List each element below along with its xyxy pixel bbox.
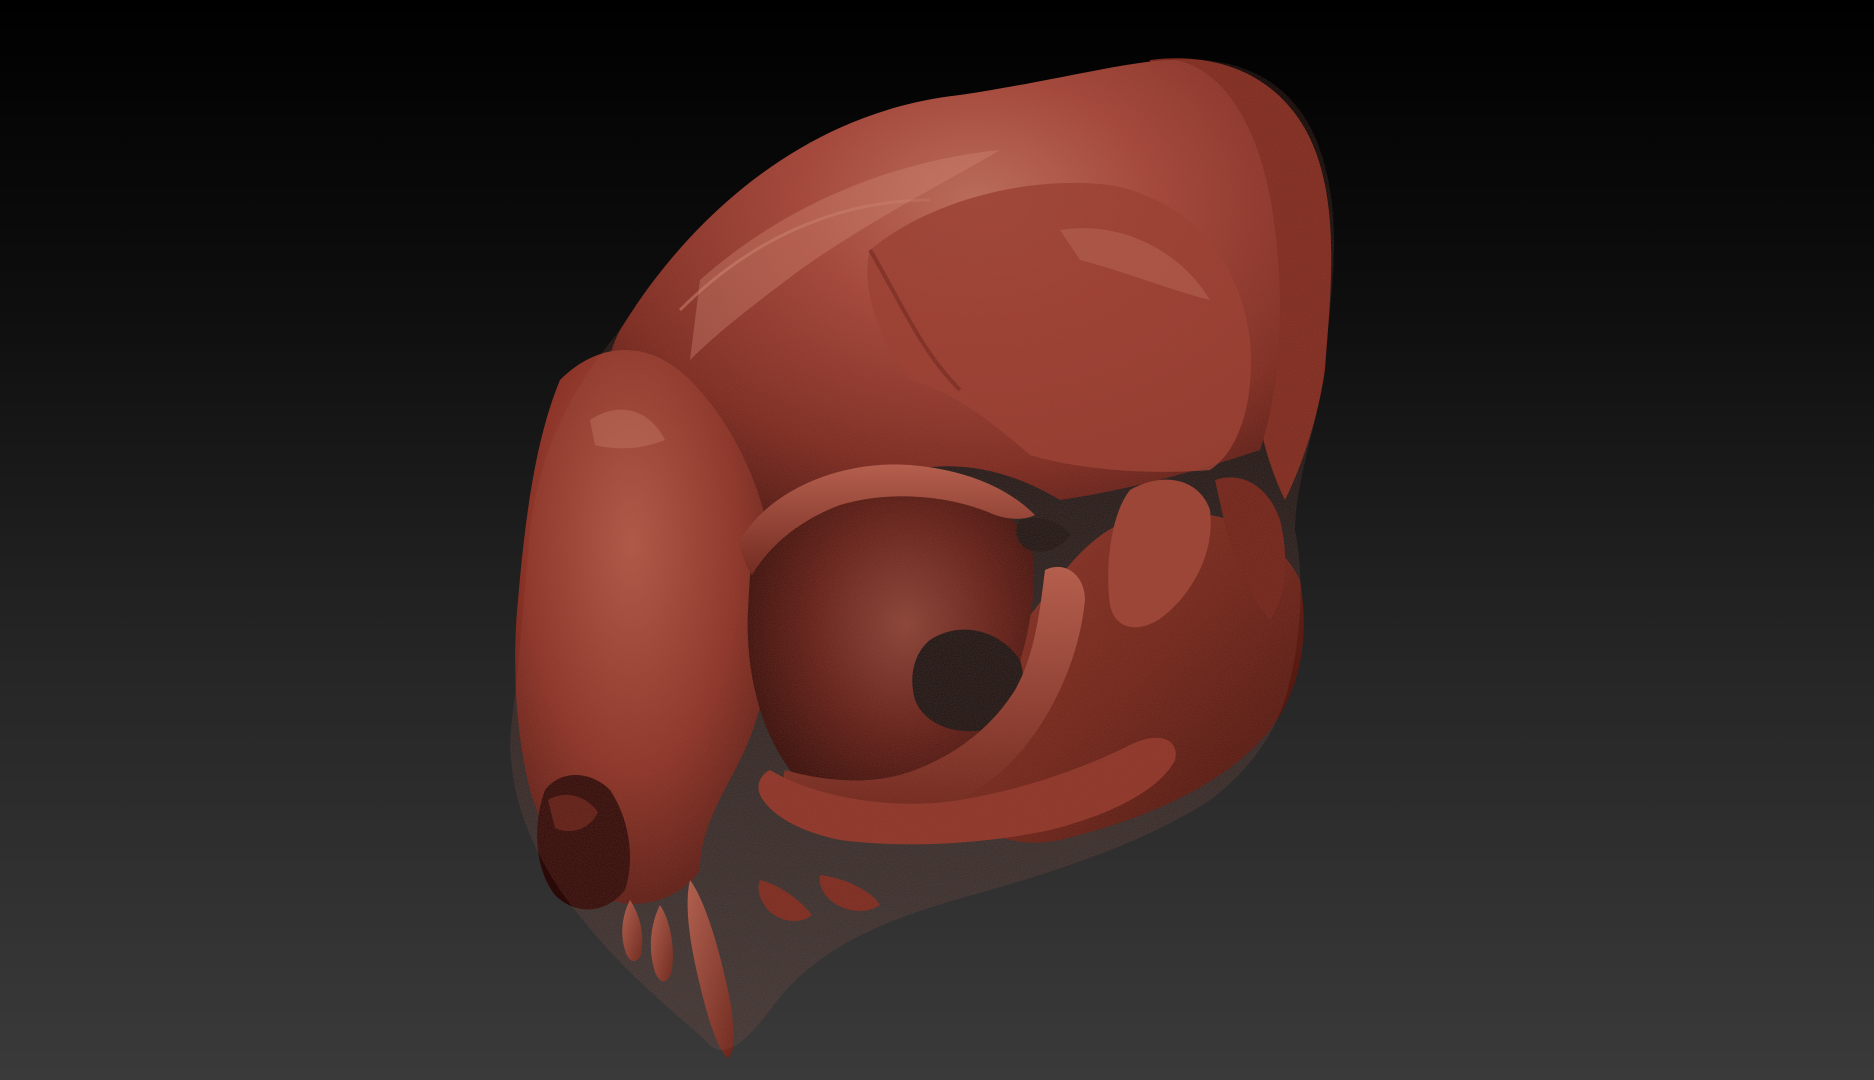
render-viewport: [0, 0, 1874, 1080]
skull-render: [510, 58, 1335, 1058]
surface-texture: [510, 59, 1335, 1050]
